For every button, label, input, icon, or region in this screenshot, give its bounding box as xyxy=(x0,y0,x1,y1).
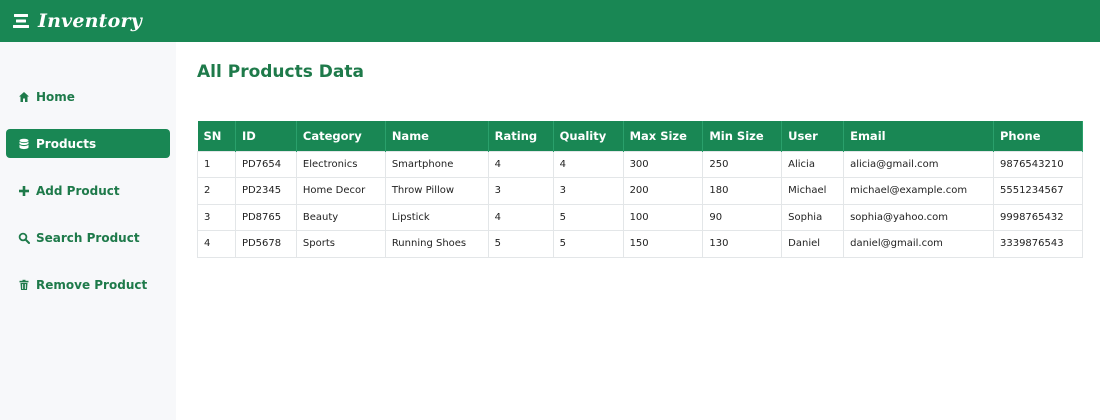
sidebar: Home Products Add Product Search Product xyxy=(0,42,176,420)
cell-quality: 3 xyxy=(552,177,624,205)
home-icon xyxy=(18,91,30,103)
cell-id: PD7654 xyxy=(234,150,297,178)
column-header-id: ID xyxy=(235,121,297,151)
column-header-name: Name xyxy=(385,121,489,151)
sidebar-item-label: Home xyxy=(36,89,75,104)
cell-category: Sports xyxy=(295,230,386,258)
cell-sn: 2 xyxy=(197,177,236,205)
cell-user: Daniel xyxy=(781,230,845,258)
cell-sn: 3 xyxy=(197,203,236,231)
cell-max-size: 100 xyxy=(622,203,704,231)
products-table: SN ID Category Name Rating Quality Max S… xyxy=(197,121,1084,258)
sidebar-item-label: Add Product xyxy=(36,183,120,198)
column-header-sn: SN xyxy=(197,121,236,151)
page-title: All Products Data xyxy=(197,62,364,82)
cell-category: Home Decor xyxy=(295,177,386,205)
column-header-min-size: Min Size xyxy=(702,121,783,151)
cell-id: PD8765 xyxy=(234,203,297,231)
cell-quality: 5 xyxy=(552,203,624,231)
cell-rating: 4 xyxy=(487,150,554,178)
search-icon xyxy=(18,232,30,244)
cell-rating: 5 xyxy=(487,230,554,258)
cell-category: Electronics xyxy=(295,150,386,178)
cell-email: daniel@gmail.com xyxy=(843,230,994,258)
cell-email: sophia@yahoo.com xyxy=(843,203,994,231)
column-header-max-size: Max Size xyxy=(623,121,704,151)
sidebar-item-search-product[interactable]: Search Product xyxy=(6,223,170,252)
sidebar-item-home[interactable]: Home xyxy=(6,82,170,111)
cell-phone: 3339876543 xyxy=(992,230,1084,258)
trash-icon xyxy=(18,279,30,291)
cell-min-size: 130 xyxy=(702,230,783,258)
sidebar-item-remove-product[interactable]: Remove Product xyxy=(6,270,170,299)
cell-max-size: 150 xyxy=(622,230,704,258)
column-header-phone: Phone xyxy=(993,121,1084,151)
cell-name: Smartphone xyxy=(384,150,489,178)
cell-email: michael@example.com xyxy=(843,177,994,205)
cell-phone: 9998765432 xyxy=(992,203,1084,231)
cell-id: PD2345 xyxy=(234,177,297,205)
cell-rating: 3 xyxy=(487,177,554,205)
table-row[interactable]: 2 PD2345 Home Decor Throw Pillow 3 3 200… xyxy=(197,177,1084,205)
inventory-logo-icon xyxy=(12,12,30,30)
column-header-user: User xyxy=(781,121,845,151)
table-row[interactable]: 3 PD8765 Beauty Lipstick 4 5 100 90 Soph… xyxy=(197,203,1084,231)
cell-user: Michael xyxy=(781,177,845,205)
cell-category: Beauty xyxy=(295,203,386,231)
cell-min-size: 90 xyxy=(702,203,783,231)
cell-min-size: 180 xyxy=(702,177,783,205)
plus-icon xyxy=(18,185,30,197)
sidebar-item-label: Search Product xyxy=(36,230,140,245)
column-header-rating: Rating xyxy=(488,121,554,151)
database-icon xyxy=(18,138,30,150)
column-header-quality: Quality xyxy=(553,121,624,151)
cell-max-size: 200 xyxy=(622,177,704,205)
cell-email: alicia@gmail.com xyxy=(843,150,994,178)
cell-min-size: 250 xyxy=(702,150,783,178)
sidebar-item-products[interactable]: Products xyxy=(6,129,170,158)
cell-phone: 9876543210 xyxy=(992,150,1084,178)
cell-sn: 4 xyxy=(197,230,236,258)
cell-phone: 5551234567 xyxy=(992,177,1084,205)
sidebar-item-add-product[interactable]: Add Product xyxy=(6,176,170,205)
cell-max-size: 300 xyxy=(622,150,704,178)
sidebar-item-label: Remove Product xyxy=(36,277,148,292)
cell-sn: 1 xyxy=(197,150,236,178)
app-title: Inventory xyxy=(38,10,142,32)
cell-name: Lipstick xyxy=(384,203,489,231)
cell-quality: 4 xyxy=(552,150,624,178)
cell-quality: 5 xyxy=(552,230,624,258)
cell-user: Alicia xyxy=(781,150,845,178)
cell-name: Running Shoes xyxy=(384,230,489,258)
brand[interactable]: Inventory xyxy=(12,10,142,32)
table-row[interactable]: 4 PD5678 Sports Running Shoes 5 5 150 13… xyxy=(197,230,1084,258)
table-row[interactable]: 1 PD7654 Electronics Smartphone 4 4 300 … xyxy=(197,150,1084,178)
cell-user: Sophia xyxy=(781,203,845,231)
main-content: All Products Data SN ID Category Name Ra… xyxy=(197,42,1084,258)
cell-rating: 4 xyxy=(487,203,554,231)
table-header-row: SN ID Category Name Rating Quality Max S… xyxy=(197,121,1084,151)
top-navbar: Inventory xyxy=(0,0,1100,42)
column-header-category: Category xyxy=(296,121,386,151)
sidebar-item-label: Products xyxy=(36,136,97,151)
cell-name: Throw Pillow xyxy=(384,177,489,205)
cell-id: PD5678 xyxy=(234,230,297,258)
column-header-email: Email xyxy=(843,121,994,151)
